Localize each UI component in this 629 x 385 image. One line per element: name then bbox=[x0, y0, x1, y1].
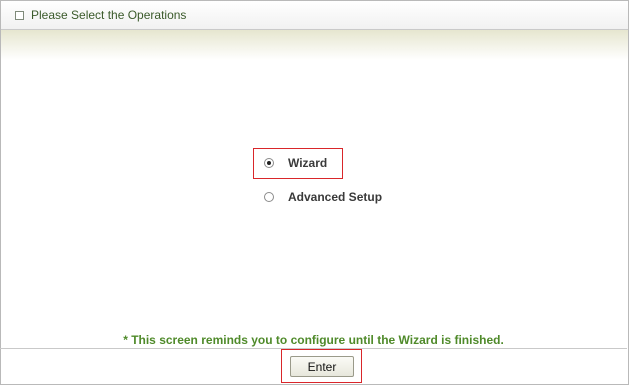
advanced-setup-label: Advanced Setup bbox=[288, 190, 383, 204]
advanced-setup-option[interactable]: Advanced Setup bbox=[264, 190, 382, 204]
wizard-label: Wizard bbox=[288, 156, 328, 170]
operation-options: Wizard Advanced Setup bbox=[0, 0, 627, 383]
enter-button[interactable]: Enter bbox=[290, 356, 354, 377]
advanced-setup-radio[interactable] bbox=[264, 192, 274, 202]
wizard-option[interactable]: Wizard bbox=[264, 156, 327, 170]
wizard-radio[interactable] bbox=[264, 158, 274, 168]
wizard-reminder-note: * This screen reminds you to configure u… bbox=[123, 333, 504, 347]
